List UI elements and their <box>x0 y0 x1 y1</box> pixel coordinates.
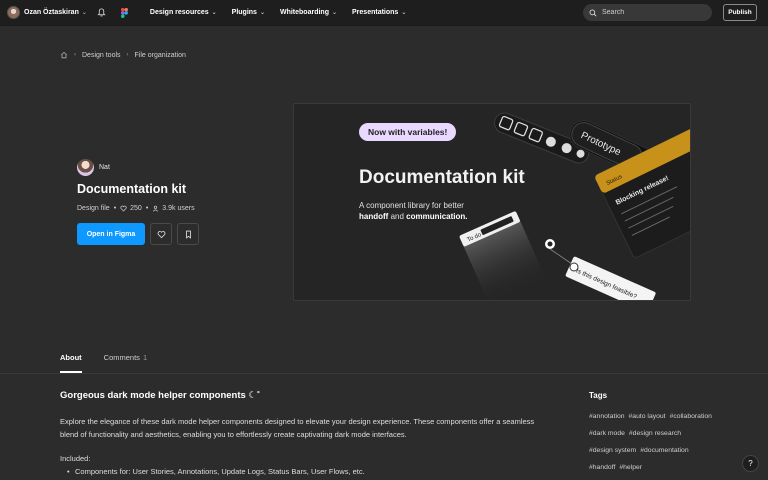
nav-presentations[interactable]: Presentations ⌄ <box>352 9 406 16</box>
page-title: Documentation kit <box>77 182 187 196</box>
bookmark-icon <box>185 230 191 239</box>
tag-annotation[interactable]: #annotation <box>589 412 625 422</box>
file-meta: Design file • 250 • 3.9k users <box>77 205 195 212</box>
tag-list: #annotation #auto layout #collaboration … <box>589 412 719 473</box>
nav-plugins[interactable]: Plugins ⌄ <box>232 9 265 16</box>
chevron-down-icon: ⌄ <box>331 10 338 16</box>
breadcrumb-design-tools[interactable]: Design tools <box>82 52 121 59</box>
divider <box>0 373 768 374</box>
tag-dark-mode[interactable]: #dark mode <box>589 429 625 439</box>
tag-design-research[interactable]: #design research <box>629 429 681 439</box>
like-count: 250 <box>130 205 142 212</box>
chevron-down-icon: ⌄ <box>81 10 87 16</box>
about-heading: Gorgeous dark mode helper components ☾˚ <box>60 390 261 401</box>
about-description: Explore the elegance of these dark mode … <box>60 417 535 439</box>
user-name: Ozan Öztaskiran <box>24 9 79 16</box>
nav-whiteboarding[interactable]: Whiteboarding ⌄ <box>280 9 337 16</box>
help-button[interactable]: ? <box>742 455 759 472</box>
preview-title: Documentation kit <box>359 167 525 188</box>
user-avatar <box>7 6 20 19</box>
search-icon <box>589 9 597 17</box>
tag-handoff[interactable]: #handoff <box>589 463 615 473</box>
breadcrumb: › Design tools › File organization <box>60 51 186 59</box>
heart-icon <box>120 205 127 212</box>
bookmark-button[interactable] <box>177 223 199 245</box>
chevron-right-icon: › <box>126 52 129 58</box>
user-count: 3.9k users <box>162 205 195 212</box>
author-avatar <box>77 159 94 176</box>
variables-pill: Now with variables! <box>359 123 457 141</box>
author[interactable]: Nat <box>77 159 110 176</box>
tag-documentation[interactable]: #documentation <box>640 446 688 456</box>
top-bar: Ozan Öztaskiran ⌄ Design resources ⌄ Plug… <box>0 0 768 26</box>
search-input[interactable] <box>602 9 702 16</box>
tabs: About Comments 1 <box>60 353 169 373</box>
like-button[interactable] <box>150 223 172 245</box>
file-type: Design file <box>77 205 110 212</box>
tag-collaboration[interactable]: #collaboration <box>670 412 712 422</box>
tag-auto-layout[interactable]: #auto layout <box>629 412 666 422</box>
tab-about[interactable]: About <box>60 353 82 373</box>
home-icon[interactable] <box>60 51 68 59</box>
chevron-right-icon: › <box>74 52 76 58</box>
main-nav: Design resources ⌄ Plugins ⌄ Whiteboarding… <box>150 9 421 16</box>
search-box[interactable] <box>583 4 712 21</box>
breadcrumb-file-organization[interactable]: File organization <box>135 52 186 59</box>
figma-logo-icon[interactable] <box>120 7 128 18</box>
tab-comments[interactable]: Comments 1 <box>104 353 147 373</box>
included-item: Components for: User Stories, Annotation… <box>67 467 365 476</box>
account-menu[interactable]: Ozan Öztaskiran ⌄ <box>7 0 87 26</box>
bell-icon[interactable] <box>97 8 106 17</box>
tags-heading: Tags <box>589 391 608 400</box>
file-preview[interactable]: Prototype Status Blocking release! To do <box>293 103 691 301</box>
tag-helper[interactable]: #helper <box>619 463 642 473</box>
included-label: Included: <box>60 454 91 463</box>
chevron-down-icon: ⌄ <box>259 10 265 16</box>
author-name: Nat <box>99 164 110 171</box>
chevron-down-icon: ⌄ <box>401 10 407 16</box>
publish-button[interactable]: Publish <box>723 4 757 21</box>
tag-design-system[interactable]: #design system <box>589 446 636 456</box>
preview-subtitle: A component library for better handoff a… <box>359 201 468 221</box>
chevron-down-icon: ⌄ <box>211 10 217 16</box>
user-icon <box>153 205 159 212</box>
open-in-figma-button[interactable]: Open in Figma <box>77 223 145 245</box>
comment-count: 1 <box>142 353 148 362</box>
nav-design-resources[interactable]: Design resources ⌄ <box>150 9 217 16</box>
heart-icon <box>157 230 165 238</box>
